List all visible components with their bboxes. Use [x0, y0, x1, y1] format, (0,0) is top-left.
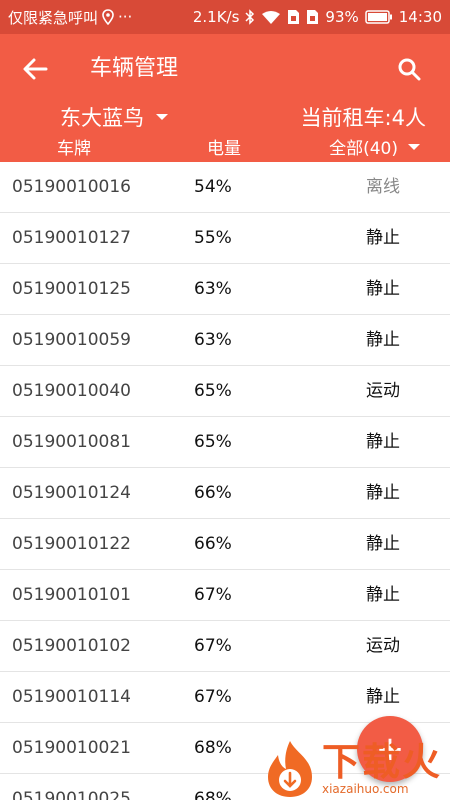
- station-name: 东大蓝鸟: [60, 106, 144, 130]
- vehicle-status: 静止: [366, 432, 400, 452]
- flame-logo-icon: [268, 741, 312, 797]
- watermark-url: xiazaihuo.com: [322, 782, 409, 796]
- watermark-logo: 下载火 xiazaihuo.com: [262, 738, 450, 800]
- network-speed: 2.1K/s: [192, 8, 240, 26]
- vehicle-battery: 68%: [194, 738, 232, 758]
- carrier-text: 仅限紧急呼叫: [8, 8, 99, 27]
- vehicle-status: 静止: [366, 483, 400, 503]
- vehicle-battery: 67%: [194, 585, 232, 605]
- vehicle-status: 静止: [366, 228, 400, 248]
- current-renters: 当前租车:4人: [300, 106, 426, 130]
- page-title: 车辆管理: [90, 56, 179, 81]
- vehicle-plate: 05190010127: [12, 228, 131, 248]
- vehicle-battery: 65%: [194, 432, 232, 452]
- vehicle-list[interactable]: 05190010016 54% 离线 05190010127 55% 静止 05…: [0, 162, 450, 800]
- vehicle-row[interactable]: 05190010016 54% 离线: [0, 162, 450, 213]
- vehicle-status: 静止: [366, 585, 400, 605]
- vehicle-row[interactable]: 05190010101 67% 静止: [0, 570, 450, 621]
- vehicle-row[interactable]: 05190010059 63% 静止: [0, 315, 450, 366]
- vehicle-status: 静止: [366, 330, 400, 350]
- sim-card-icon: [287, 9, 300, 25]
- vehicle-plate: 05190010125: [12, 279, 131, 299]
- vehicle-status: 静止: [366, 687, 400, 707]
- vehicle-plate: 05190010081: [12, 432, 131, 452]
- bluetooth-icon: [245, 9, 255, 25]
- vehicle-battery: 67%: [194, 636, 232, 656]
- vehicle-row[interactable]: 05190010040 65% 运动: [0, 366, 450, 417]
- location-icon: [102, 9, 114, 25]
- vehicle-row[interactable]: 05190010127 55% 静止: [0, 213, 450, 264]
- vehicle-row[interactable]: 05190010125 63% 静止: [0, 264, 450, 315]
- clock: 14:30: [398, 8, 442, 26]
- vehicle-plate: 05190010016: [12, 177, 131, 197]
- arrow-left-icon: [23, 58, 48, 80]
- sim-card-2-icon: [306, 9, 319, 25]
- vehicle-plate: 05190010124: [12, 483, 131, 503]
- column-header-plate: 车牌: [57, 139, 91, 159]
- vehicle-battery: 66%: [194, 483, 232, 503]
- vehicle-row[interactable]: 05190010122 66% 静止: [0, 519, 450, 570]
- vehicle-battery: 54%: [194, 177, 232, 197]
- vehicle-battery: 63%: [194, 330, 232, 350]
- station-dropdown[interactable]: 东大蓝鸟: [60, 102, 168, 132]
- back-button[interactable]: [18, 52, 52, 86]
- vehicle-row[interactable]: 05190010102 67% 运动: [0, 621, 450, 672]
- vehicle-battery: 65%: [194, 381, 232, 401]
- battery-percent: 93%: [325, 8, 359, 26]
- column-header-battery: 电量: [207, 139, 241, 159]
- app-header: 车辆管理 东大蓝鸟 当前租车:4人 车牌 电量 全部(40): [0, 34, 450, 162]
- vehicle-plate: 05190010040: [12, 381, 131, 401]
- vehicle-plate: 05190010122: [12, 534, 131, 554]
- vehicle-plate: 05190010102: [12, 636, 131, 656]
- vehicle-battery: 63%: [194, 279, 232, 299]
- vehicle-row[interactable]: 05190010081 65% 静止: [0, 417, 450, 468]
- vehicle-plate: 05190010114: [12, 687, 131, 707]
- vehicle-row[interactable]: 05190010124 66% 静止: [0, 468, 450, 519]
- search-button[interactable]: [392, 52, 426, 86]
- filter-label: 全部(40): [329, 139, 398, 159]
- vehicle-row[interactable]: 05190010114 67% 静止: [0, 672, 450, 723]
- search-icon: [398, 58, 421, 81]
- vehicle-plate: 05190010021: [12, 738, 131, 758]
- vehicle-status: 静止: [366, 534, 400, 554]
- vehicle-plate: 05190010059: [12, 330, 131, 350]
- vehicle-status: 静止: [366, 279, 400, 299]
- vehicle-battery: 68%: [194, 789, 232, 800]
- battery-icon: [365, 10, 393, 24]
- vehicle-status: 离线: [366, 177, 400, 197]
- vehicle-plate: 05190010101: [12, 585, 131, 605]
- vehicle-status: 运动: [366, 636, 400, 656]
- watermark-title: 下载火: [322, 740, 443, 784]
- chevron-down-icon: [156, 114, 168, 120]
- chevron-down-icon: [408, 143, 420, 150]
- wifi-icon: [261, 10, 281, 25]
- vehicle-battery: 66%: [194, 534, 232, 554]
- status-filter-dropdown[interactable]: 全部(40): [329, 134, 420, 159]
- vehicle-status: 运动: [366, 381, 400, 401]
- vehicle-battery: 55%: [194, 228, 232, 248]
- more-notifications: ···: [118, 8, 133, 26]
- vehicle-plate: 05190010025: [12, 789, 131, 800]
- vehicle-battery: 67%: [194, 687, 232, 707]
- status-bar: 仅限紧急呼叫 ··· 2.1K/s 93% 14:30: [0, 0, 450, 34]
